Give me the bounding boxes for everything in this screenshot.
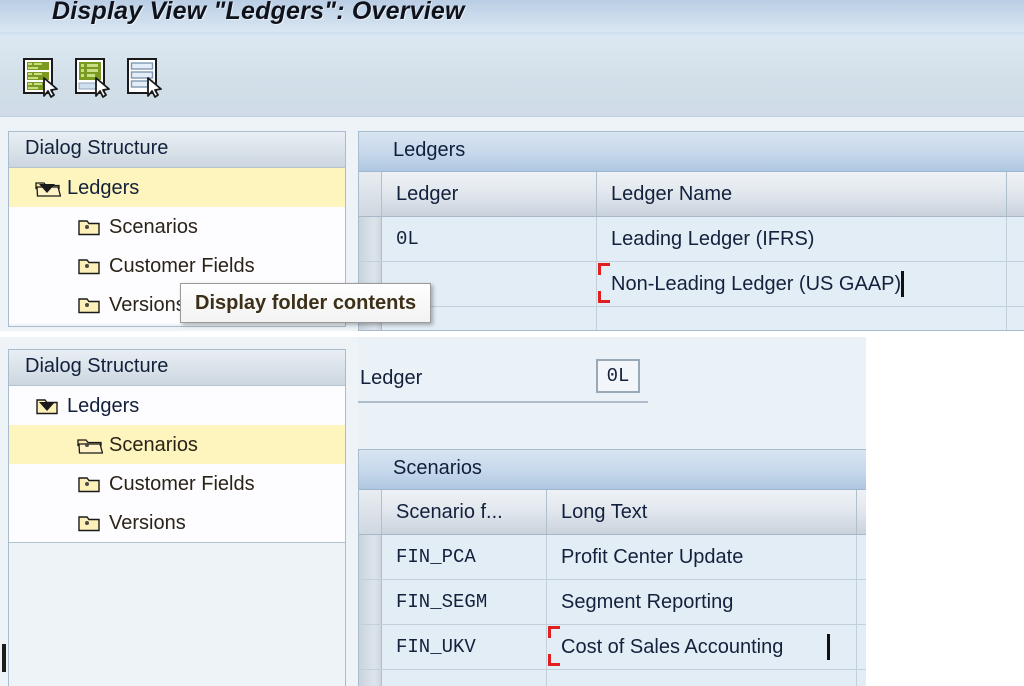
table-row-empty[interactable] — [359, 307, 1024, 330]
sidebar-item-ledgers[interactable]: Ledgers — [9, 168, 345, 207]
ledgers-column-header-row: Ledger Ledger Name — [359, 172, 1024, 217]
table-row[interactable]: FIN_SEGM Segment Reporting — [359, 580, 866, 625]
cell-ledger-name-focused[interactable]: Non-Leading Ledger (US GAAP) — [597, 262, 1007, 306]
cell-scenario-field[interactable]: FIN_UKV — [382, 625, 547, 669]
cell-text: Cost of Sales Accounting — [561, 635, 784, 658]
cell-ledger-name-empty[interactable] — [597, 307, 1007, 330]
display-details-green-icon[interactable] — [22, 56, 64, 98]
bullet-icon — [85, 303, 89, 307]
bullet-icon — [85, 521, 89, 525]
folder-closed-icon — [77, 256, 103, 276]
scenarios-grid-panel: Scenarios Scenario f... Long Text FIN_PC… — [358, 449, 866, 686]
ledger-field-label: Ledger — [360, 367, 423, 389]
sidebar-item-customer-fields[interactable]: Customer Fields — [9, 464, 345, 503]
column-header-ledger[interactable]: Ledger — [382, 172, 597, 216]
sidebar-item-label: Ledgers — [67, 394, 140, 417]
scenarios-grid-title-bar: Scenarios — [359, 450, 866, 490]
scenarios-grid-title: Scenarios — [393, 457, 482, 479]
chevron-down-icon[interactable] — [39, 402, 55, 411]
dialog-structure-tree-bottom: Ledgers Scenarios Customer Fields Versio… — [9, 386, 345, 686]
dialog-structure-title: Dialog Structure — [25, 355, 169, 377]
folder-closed-icon — [77, 513, 103, 533]
cell-scenario-field[interactable]: FIN_SEGM — [382, 580, 547, 624]
cell-long-text-focused[interactable]: Cost of Sales Accounting — [547, 625, 857, 669]
sidebar-item-label: Ledgers — [67, 176, 140, 199]
display-list-icon[interactable] — [126, 56, 168, 98]
cell-long-text[interactable]: Profit Center Update — [547, 535, 857, 579]
ledgers-grid-panel: Ledgers Ledger Ledger Name 0L Leading Le… — [358, 131, 1024, 331]
display-entries-green-icon[interactable] — [74, 56, 116, 98]
tooltip-text: Display folder contents — [195, 291, 417, 314]
sidebar-item-label: Scenarios — [109, 215, 198, 238]
page-title: Display View "Ledgers": Overview — [52, 0, 465, 25]
column-header-scenario-field[interactable]: Scenario f... — [382, 490, 547, 534]
sidebar-item-label: Customer Fields — [109, 254, 255, 277]
bullet-icon — [85, 482, 89, 486]
table-row[interactable]: Non-Leading Ledger (US GAAP) — [359, 262, 1024, 307]
cell-ledger[interactable]: 0L — [382, 217, 597, 261]
dialog-structure-header: Dialog Structure — [9, 132, 345, 168]
sap-screen-ledgers-overview: Display View "Ledgers": Overview Dialog … — [0, 0, 1024, 334]
row-selector[interactable] — [359, 625, 382, 669]
cell-long-text[interactable]: Segment Reporting — [547, 580, 857, 624]
cell-text: Non-Leading Ledger (US GAAP) — [611, 272, 902, 295]
sidebar-item-label: Scenarios — [109, 433, 198, 456]
dialog-structure-header: Dialog Structure — [9, 350, 345, 386]
ledger-field-group: Ledger 0L — [358, 359, 866, 407]
sap-screen-scenarios-overview: Dialog Structure Ledgers Scenarios Custo… — [0, 335, 866, 686]
column-header-long-text[interactable]: Long Text — [547, 490, 857, 534]
select-all-column-header[interactable] — [359, 490, 382, 534]
tree-empty-area — [9, 542, 345, 686]
screenshot-separator — [0, 331, 1024, 336]
scenarios-column-header-row: Scenario f... Long Text — [359, 490, 866, 535]
sidebar-item-ledgers[interactable]: Ledgers — [9, 386, 345, 425]
scenarios-detail-panel: Ledger 0L Scenarios Scenario f... Long T… — [358, 337, 866, 686]
folder-closed-icon — [77, 217, 103, 237]
table-row[interactable]: 0L Leading Ledger (IFRS) — [359, 217, 1024, 262]
application-toolbar — [0, 38, 1024, 117]
select-all-column-header[interactable] — [359, 172, 382, 216]
sidebar-item-label: Versions — [109, 511, 186, 534]
window-title-bar: Display View "Ledgers": Overview — [0, 0, 1024, 33]
cell-scenario-field[interactable]: FIN_PCA — [382, 535, 547, 579]
text-cursor — [901, 271, 904, 297]
row-selector[interactable] — [359, 580, 382, 624]
ledger-value-field[interactable]: 0L — [596, 359, 640, 393]
ledgers-grid-title-bar: Ledgers — [359, 132, 1024, 172]
folder-open-icon — [77, 435, 104, 455]
bullet-icon — [85, 264, 89, 268]
folder-closed-icon — [77, 474, 103, 494]
tooltip-display-folder-contents: Display folder contents — [180, 283, 432, 323]
dialog-structure-title: Dialog Structure — [25, 137, 169, 159]
text-cursor — [827, 634, 830, 660]
folder-closed-icon — [77, 295, 103, 315]
cell-ledger-name[interactable]: Leading Ledger (IFRS) — [597, 217, 1007, 261]
bullet-icon — [85, 225, 89, 229]
tree-empty-area — [9, 324, 345, 326]
field-underline — [358, 401, 648, 403]
table-row[interactable]: FIN_UKV Cost of Sales Accounting — [359, 625, 866, 670]
sidebar-item-label: Customer Fields — [109, 472, 255, 495]
sidebar-item-customer-fields[interactable]: Customer Fields — [9, 246, 345, 285]
chevron-down-icon[interactable] — [39, 184, 55, 193]
sidebar-item-scenarios[interactable]: Scenarios — [9, 425, 345, 464]
sidebar-item-versions[interactable]: Versions — [9, 503, 345, 542]
column-header-ledger-name[interactable]: Ledger Name — [597, 172, 1007, 216]
window-edge-marker — [2, 644, 6, 672]
table-row[interactable]: FIN_PCA Profit Center Update — [359, 535, 866, 580]
sidebar-item-label: Versions — [109, 293, 186, 316]
row-selector[interactable] — [359, 217, 382, 261]
sidebar-item-scenarios[interactable]: Scenarios — [9, 207, 345, 246]
row-selector[interactable] — [359, 535, 382, 579]
bullet-icon — [85, 443, 89, 447]
dialog-structure-panel-bottom: Dialog Structure Ledgers Scenarios Custo… — [8, 349, 346, 686]
ledgers-grid-title: Ledgers — [393, 139, 466, 161]
